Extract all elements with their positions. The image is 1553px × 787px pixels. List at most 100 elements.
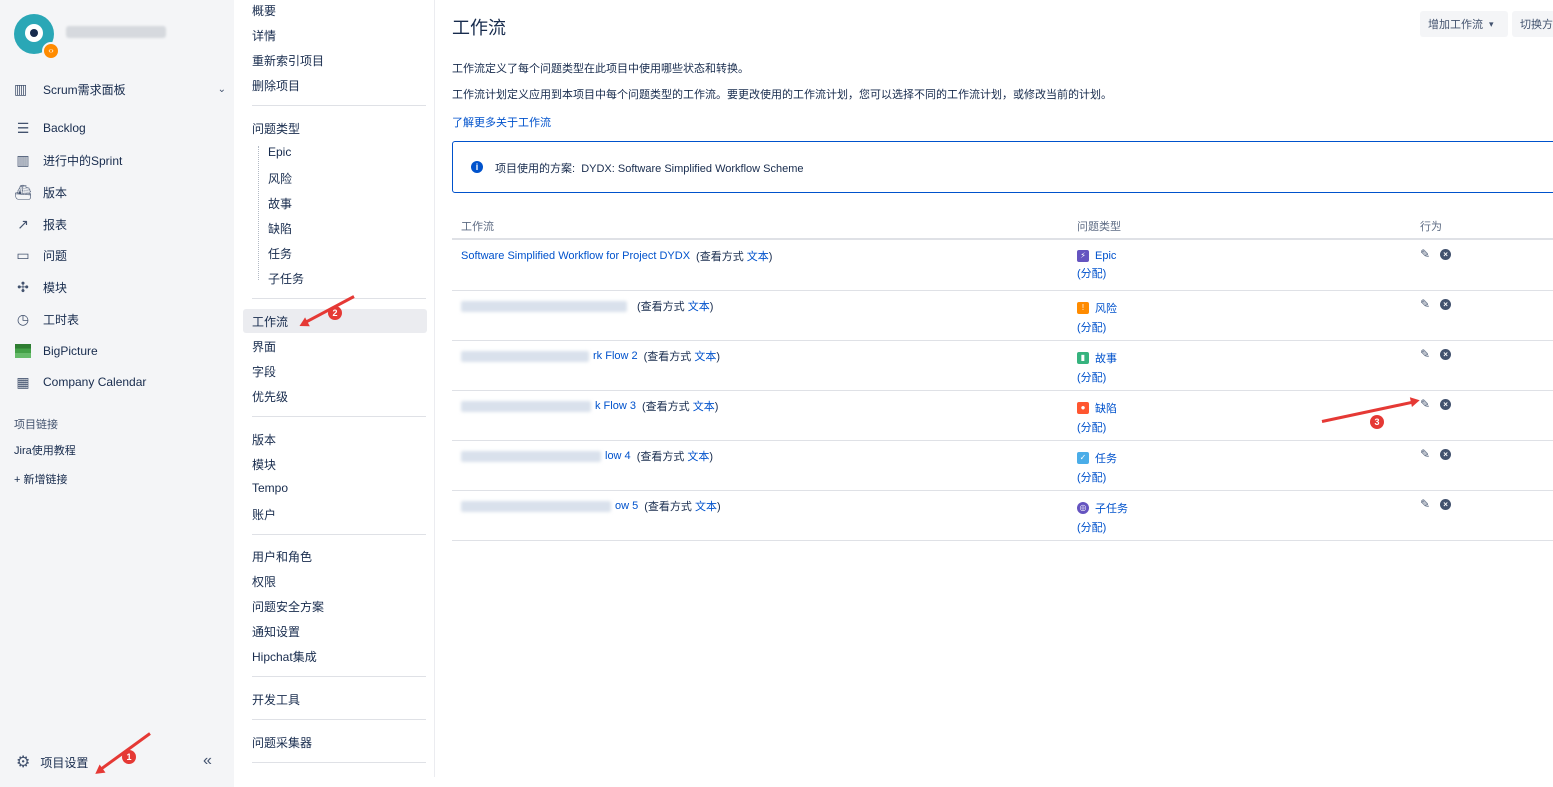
nav-issue-collectors[interactable]: 问题采集器	[252, 734, 312, 751]
project-settings-button[interactable]: ⚙ 项目设置	[16, 752, 88, 772]
nav-issue-type-story[interactable]: 故事	[268, 195, 292, 212]
sidebar-item-reports[interactable]: ↗ 报表	[14, 213, 224, 235]
issue-type-link[interactable]: 子任务	[1095, 500, 1128, 516]
column-header-workflow: 工作流	[461, 221, 494, 233]
sidebar-item-backlog[interactable]: ☰ Backlog	[14, 117, 224, 139]
nav-summary[interactable]: 概要	[252, 2, 276, 19]
page-title: 工作流	[452, 18, 506, 38]
nav-issue-security[interactable]: 问题安全方案	[252, 598, 324, 615]
nav-issue-type-risk[interactable]: 风险	[268, 170, 292, 187]
nav-issue-types[interactable]: 问题类型	[252, 120, 300, 137]
nav-hipchat[interactable]: Hipchat集成	[252, 648, 317, 665]
edit-pencil-icon[interactable]: ✎	[1420, 397, 1430, 411]
issue-type-link[interactable]: 故事	[1095, 350, 1117, 366]
assign-link[interactable]: (分配)	[1077, 369, 1117, 385]
workflow-name-link[interactable]: ow 5	[615, 500, 638, 512]
assign-link[interactable]: (分配)	[1077, 265, 1116, 281]
workflow-name-link[interactable]: low 4	[605, 450, 631, 462]
assign-link[interactable]: (分配)	[1077, 319, 1117, 335]
sidebar-item-timesheet[interactable]: ◷ 工时表	[14, 308, 224, 330]
sidebar-item-company-calendar[interactable]: ▦ Company Calendar	[14, 371, 224, 393]
subtask-icon: ◎	[1077, 502, 1089, 514]
nav-users-roles[interactable]: 用户和角色	[252, 548, 312, 565]
workflow-name-link[interactable]: k Flow 3	[595, 400, 636, 412]
nav-reindex[interactable]: 重新索引项目	[252, 52, 324, 69]
assign-link[interactable]: (分配)	[1077, 519, 1128, 535]
nav-issue-type-bug[interactable]: 缺陷	[268, 220, 292, 237]
project-sidebar: ‹› ▥ Scrum需求面板 ⌄ ☰ Backlog ▥ 进行中的Sprint …	[0, 0, 234, 787]
nav-accounts[interactable]: 账户	[252, 506, 276, 523]
nav-issue-type-epic[interactable]: Epic	[268, 145, 291, 159]
remove-icon[interactable]: ×	[1440, 248, 1452, 260]
sidebar-item-releases[interactable]: ⛴ 版本	[14, 181, 224, 203]
add-workflow-button[interactable]: 增加工作流 ▾	[1420, 11, 1508, 37]
board-selector[interactable]: ▥ Scrum需求面板 ⌄	[14, 78, 226, 100]
view-text-link[interactable]: 文本	[687, 451, 709, 463]
collapse-sidebar-button[interactable]: «	[203, 752, 212, 770]
workflow-name-link[interactable]: Software Simplified Workflow for Project…	[461, 250, 690, 262]
bug-icon: ●	[1077, 402, 1089, 414]
table-row: k Flow 3 (查看方式 文本) ● 缺陷 (分配) ✎ ×	[452, 390, 1553, 441]
switch-scheme-button[interactable]: 切换方	[1512, 11, 1553, 37]
sidebar-item-components[interactable]: ✣ 模块	[14, 276, 224, 298]
chevron-down-icon[interactable]: ⌄	[218, 84, 226, 95]
issue-type-link[interactable]: 缺陷	[1095, 400, 1117, 416]
issue-type-link[interactable]: Epic	[1095, 250, 1116, 262]
edit-pencil-icon[interactable]: ✎	[1420, 297, 1430, 311]
nav-permissions[interactable]: 权限	[252, 573, 276, 590]
nav-issue-type-subtask[interactable]: 子任务	[268, 270, 304, 287]
issue-type-link[interactable]: 风险	[1095, 300, 1117, 316]
view-prefix: (查看方式	[637, 301, 685, 313]
view-text-link[interactable]: 文本	[694, 351, 716, 363]
learn-more-link[interactable]: 了解更多关于工作流	[452, 114, 551, 130]
add-link-button[interactable]: + 新增链接	[14, 471, 67, 487]
remove-icon[interactable]: ×	[1440, 448, 1452, 460]
sidebar-item-label: 报表	[43, 217, 68, 232]
link-jira-tutorial[interactable]: Jira使用教程	[14, 442, 76, 458]
nav-workflows[interactable]: 工作流	[252, 313, 288, 330]
view-as: (查看方式 文本)	[644, 498, 720, 514]
nav-fields[interactable]: 字段	[252, 363, 276, 380]
sidebar-item-issues[interactable]: ▭ 问题	[14, 244, 224, 266]
view-text-link[interactable]: 文本	[695, 501, 717, 513]
edit-pencil-icon[interactable]: ✎	[1420, 347, 1430, 361]
workflow-name-link[interactable]: rk Flow 2	[593, 350, 638, 362]
scheme-info-box: i 项目使用的方案: DYDX: Software Simplified Wor…	[452, 141, 1553, 193]
remove-icon[interactable]: ×	[1440, 348, 1452, 360]
view-text-link[interactable]: 文本	[693, 401, 715, 413]
issue-type-link[interactable]: 任务	[1095, 450, 1117, 466]
remove-icon[interactable]: ×	[1440, 498, 1452, 510]
assign-link[interactable]: (分配)	[1077, 469, 1117, 485]
edit-pencil-icon[interactable]: ✎	[1420, 447, 1430, 461]
sidebar-item-label: BigPicture	[43, 344, 98, 358]
nav-components[interactable]: 模块	[252, 456, 276, 473]
view-prefix: (查看方式	[696, 251, 744, 263]
sidebar-item-active-sprint[interactable]: ▥ 进行中的Sprint	[14, 149, 224, 171]
assign-link[interactable]: (分配)	[1077, 419, 1117, 435]
gear-icon: ⚙	[16, 754, 31, 771]
nav-details[interactable]: 详情	[252, 27, 276, 44]
nav-versions[interactable]: 版本	[252, 431, 276, 448]
workflow-cell: ow 5 (查看方式 文本)	[461, 498, 721, 514]
nav-screens[interactable]: 界面	[252, 338, 276, 355]
remove-icon[interactable]: ×	[1440, 298, 1452, 310]
board-icon: ▥	[16, 151, 30, 168]
sidebar-item-bigpicture[interactable]: BigPicture	[14, 340, 224, 362]
remove-icon[interactable]: ×	[1440, 398, 1452, 410]
edit-pencil-icon[interactable]: ✎	[1420, 497, 1430, 511]
puzzle-icon: ✣	[17, 278, 29, 295]
nav-dev-tools[interactable]: 开发工具	[252, 691, 300, 708]
nav-priorities[interactable]: 优先级	[252, 388, 288, 405]
scheme-description: 工作流计划定义应用到本项目中每个问题类型的工作流。要更改使用的工作流计划，您可以…	[452, 89, 1112, 101]
nav-notifications[interactable]: 通知设置	[252, 623, 300, 640]
edit-pencil-icon[interactable]: ✎	[1420, 247, 1430, 261]
nav-delete-project[interactable]: 删除项目	[252, 77, 300, 94]
nav-issue-type-task[interactable]: 任务	[268, 245, 292, 262]
workflow-description: 工作流定义了每个问题类型在此项目中使用哪些状态和转换。	[452, 63, 749, 75]
workflow-cell: (查看方式 文本)	[461, 298, 713, 314]
view-text-link[interactable]: 文本	[747, 251, 769, 263]
nav-tempo[interactable]: Tempo	[252, 481, 288, 495]
view-text-link[interactable]: 文本	[688, 301, 710, 313]
epic-icon: ⚡	[1077, 250, 1089, 262]
calendar-icon: ▦	[16, 373, 30, 390]
